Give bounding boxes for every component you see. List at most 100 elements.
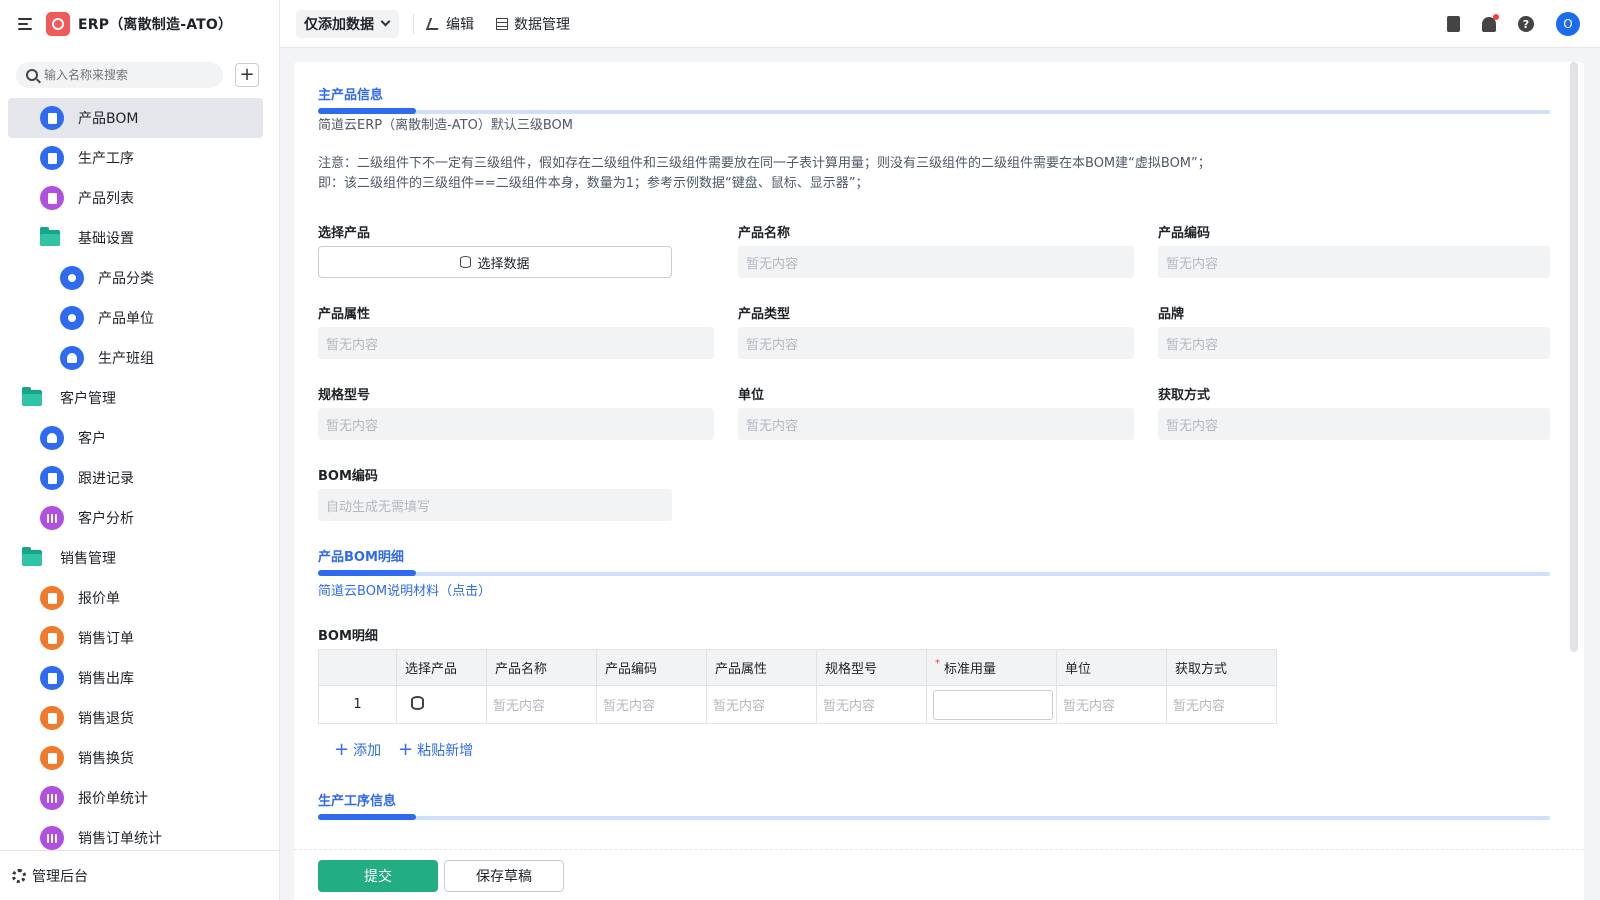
label-select-product: 选择产品 bbox=[318, 226, 371, 241]
row-number: 1 bbox=[318, 685, 397, 724]
submit-button[interactable]: 提交 bbox=[318, 860, 438, 892]
avatar[interactable]: O bbox=[1556, 12, 1580, 36]
sidebar-item-0[interactable]: 产品BOM bbox=[8, 98, 263, 138]
paste-add-label: 粘贴新增 bbox=[417, 743, 474, 759]
sidebar-nav: 产品BOM 生产工序产品列表 基础设置 产品分类 产品单位生产班组客户管理客户跟进记录客… bbox=[0, 94, 279, 858]
table-icon bbox=[496, 17, 508, 30]
database-icon bbox=[460, 256, 472, 268]
sidebar-item-label: 客户管理 bbox=[60, 391, 116, 407]
section-divider bbox=[318, 814, 1550, 820]
row-select-product[interactable] bbox=[396, 685, 487, 724]
scrollbar[interactable] bbox=[1570, 62, 1578, 652]
product-code-field: 暂无内容 bbox=[1158, 246, 1550, 278]
sidebar-item-label: 生产工序 bbox=[78, 151, 134, 167]
sidebar-item-label: 销售管理 bbox=[60, 551, 116, 567]
note-line-1: 注意：二级组件下不一定有三级组件，假如存在二级组件和三级组件需要放在同一子表计算… bbox=[318, 156, 1211, 171]
sidebar-item-11[interactable]: 销售管理 bbox=[8, 538, 263, 578]
bar-chart-icon bbox=[40, 506, 64, 530]
bell-icon[interactable] bbox=[1482, 13, 1499, 32]
sidebar-item-label: 销售订单统计 bbox=[78, 831, 162, 847]
add-nav-button[interactable]: + bbox=[235, 63, 259, 87]
sidebar-item-label: 销售订单 bbox=[78, 631, 134, 647]
bom-icon bbox=[40, 106, 64, 130]
brand-field: 暂无内容 bbox=[1158, 327, 1550, 359]
top-toolbar: 仅添加数据 编辑 数据管理 ? O bbox=[280, 0, 1600, 48]
sidebar-item-label: 报价单统计 bbox=[78, 791, 148, 807]
folder-icon bbox=[40, 227, 60, 246]
sidebar-item-17[interactable]: 报价单统计 bbox=[8, 778, 263, 818]
app-header: ERP（离散制造-ATO） bbox=[0, 0, 279, 48]
section-divider bbox=[318, 570, 1550, 576]
admin-console-link[interactable]: 管理后台 bbox=[0, 850, 279, 900]
standard-qty-input[interactable] bbox=[933, 689, 1053, 720]
table-header: 单位 bbox=[1056, 649, 1167, 686]
select-data-button[interactable]: 选择数据 bbox=[318, 246, 672, 278]
sidebar-item-9[interactable]: 跟进记录 bbox=[8, 458, 263, 498]
sidebar-item-14[interactable]: 销售出库 bbox=[8, 658, 263, 698]
chevron-down-icon bbox=[380, 16, 391, 27]
plus-icon: + bbox=[334, 739, 350, 760]
edit-button[interactable]: 编辑 bbox=[425, 14, 474, 34]
required-mark: * bbox=[935, 658, 940, 669]
bom-doc-link[interactable]: 简道云BOM说明材料（点击） bbox=[318, 580, 491, 599]
sidebar-item-7[interactable]: 客户管理 bbox=[8, 378, 263, 418]
chart-card-icon bbox=[40, 186, 64, 210]
save-draft-button[interactable]: 保存草稿 bbox=[444, 860, 564, 892]
database-icon[interactable] bbox=[411, 695, 424, 710]
table-header-label: 标准用量 bbox=[944, 662, 997, 677]
sidebar-item-1[interactable]: 生产工序 bbox=[8, 138, 263, 178]
sidebar-item-15[interactable]: 销售退货 bbox=[8, 698, 263, 738]
product-name-field: 暂无内容 bbox=[738, 246, 1134, 278]
sidebar-item-label: 客户 bbox=[78, 431, 106, 447]
plus-icon: + bbox=[398, 739, 414, 760]
doc-icon bbox=[40, 666, 64, 690]
section-title-bom: 产品BOM明细 bbox=[318, 550, 404, 565]
label-bom-code: BOM编码 bbox=[318, 469, 378, 484]
sidebar-item-label: 销售出库 bbox=[78, 671, 134, 687]
sidebar-item-13[interactable]: 销售订单 bbox=[8, 618, 263, 658]
label-product-name: 产品名称 bbox=[738, 226, 791, 241]
bar-chart-icon bbox=[40, 786, 64, 810]
mode-dropdown[interactable]: 仅添加数据 bbox=[296, 9, 399, 38]
sidebar: ERP（离散制造-ATO） + 产品BOM 生产工序产品列表基础设置产品分类产品单… bbox=[0, 0, 280, 900]
sidebar-item-12[interactable]: 报价单 bbox=[8, 578, 263, 618]
sidebar-item-8[interactable]: 客户 bbox=[8, 418, 263, 458]
search-box[interactable] bbox=[16, 62, 223, 88]
note-line-2: 即：该二级组件的三级组件==二级组件本身，数量为1；参考示例数据“键盘、鼠标、显… bbox=[318, 176, 869, 191]
add-row-label: 添加 bbox=[353, 743, 382, 759]
data-manage-button[interactable]: 数据管理 bbox=[496, 14, 570, 34]
table-cell: 暂无内容 bbox=[1056, 685, 1167, 724]
table-cell bbox=[926, 685, 1057, 724]
sidebar-item-label: 销售退货 bbox=[78, 711, 134, 727]
folder-icon bbox=[22, 387, 42, 406]
add-row-button[interactable]: + 添加 bbox=[334, 740, 381, 760]
table-header: 产品编码 bbox=[596, 649, 707, 686]
sidebar-item-3[interactable]: 基础设置 bbox=[8, 218, 263, 258]
table-cell: 暂无内容 bbox=[486, 685, 597, 724]
menu-icon[interactable] bbox=[18, 18, 34, 30]
toolbar-right: ? O bbox=[1447, 12, 1580, 36]
folder-icon bbox=[22, 547, 42, 566]
sidebar-item-10[interactable]: 客户分析 bbox=[8, 498, 263, 538]
sidebar-item-2[interactable]: 产品列表 bbox=[8, 178, 263, 218]
label-spec: 规格型号 bbox=[318, 388, 371, 403]
sidebar-item-5[interactable]: 产品单位 bbox=[8, 298, 263, 338]
book-icon[interactable] bbox=[1447, 16, 1460, 32]
sidebar-item-label: 生产班组 bbox=[98, 351, 154, 367]
sidebar-item-label: 产品BOM bbox=[78, 111, 139, 127]
sidebar-item-6[interactable]: 生产班组 bbox=[8, 338, 263, 378]
bom-table: 选择产品 产品名称 产品编码 产品属性 规格型号 * 标准用量 单位 获取方式 1… bbox=[318, 649, 1277, 724]
label-bom-detail: BOM明细 bbox=[318, 629, 378, 644]
help-icon[interactable]: ? bbox=[1518, 16, 1534, 32]
mail-icon bbox=[40, 466, 64, 490]
sidebar-item-16[interactable]: 销售换货 bbox=[8, 738, 263, 778]
sidebar-item-4[interactable]: 产品分类 bbox=[8, 258, 263, 298]
search-input[interactable] bbox=[44, 68, 204, 82]
pencil-icon bbox=[425, 17, 443, 30]
unit-field: 暂无内容 bbox=[738, 408, 1134, 440]
spec-field: 暂无内容 bbox=[318, 408, 714, 440]
app-logo-icon bbox=[46, 12, 70, 36]
table-header-required: * 标准用量 bbox=[926, 649, 1057, 686]
table-header: 产品属性 bbox=[706, 649, 817, 686]
paste-add-button[interactable]: + 粘贴新增 bbox=[398, 740, 473, 760]
